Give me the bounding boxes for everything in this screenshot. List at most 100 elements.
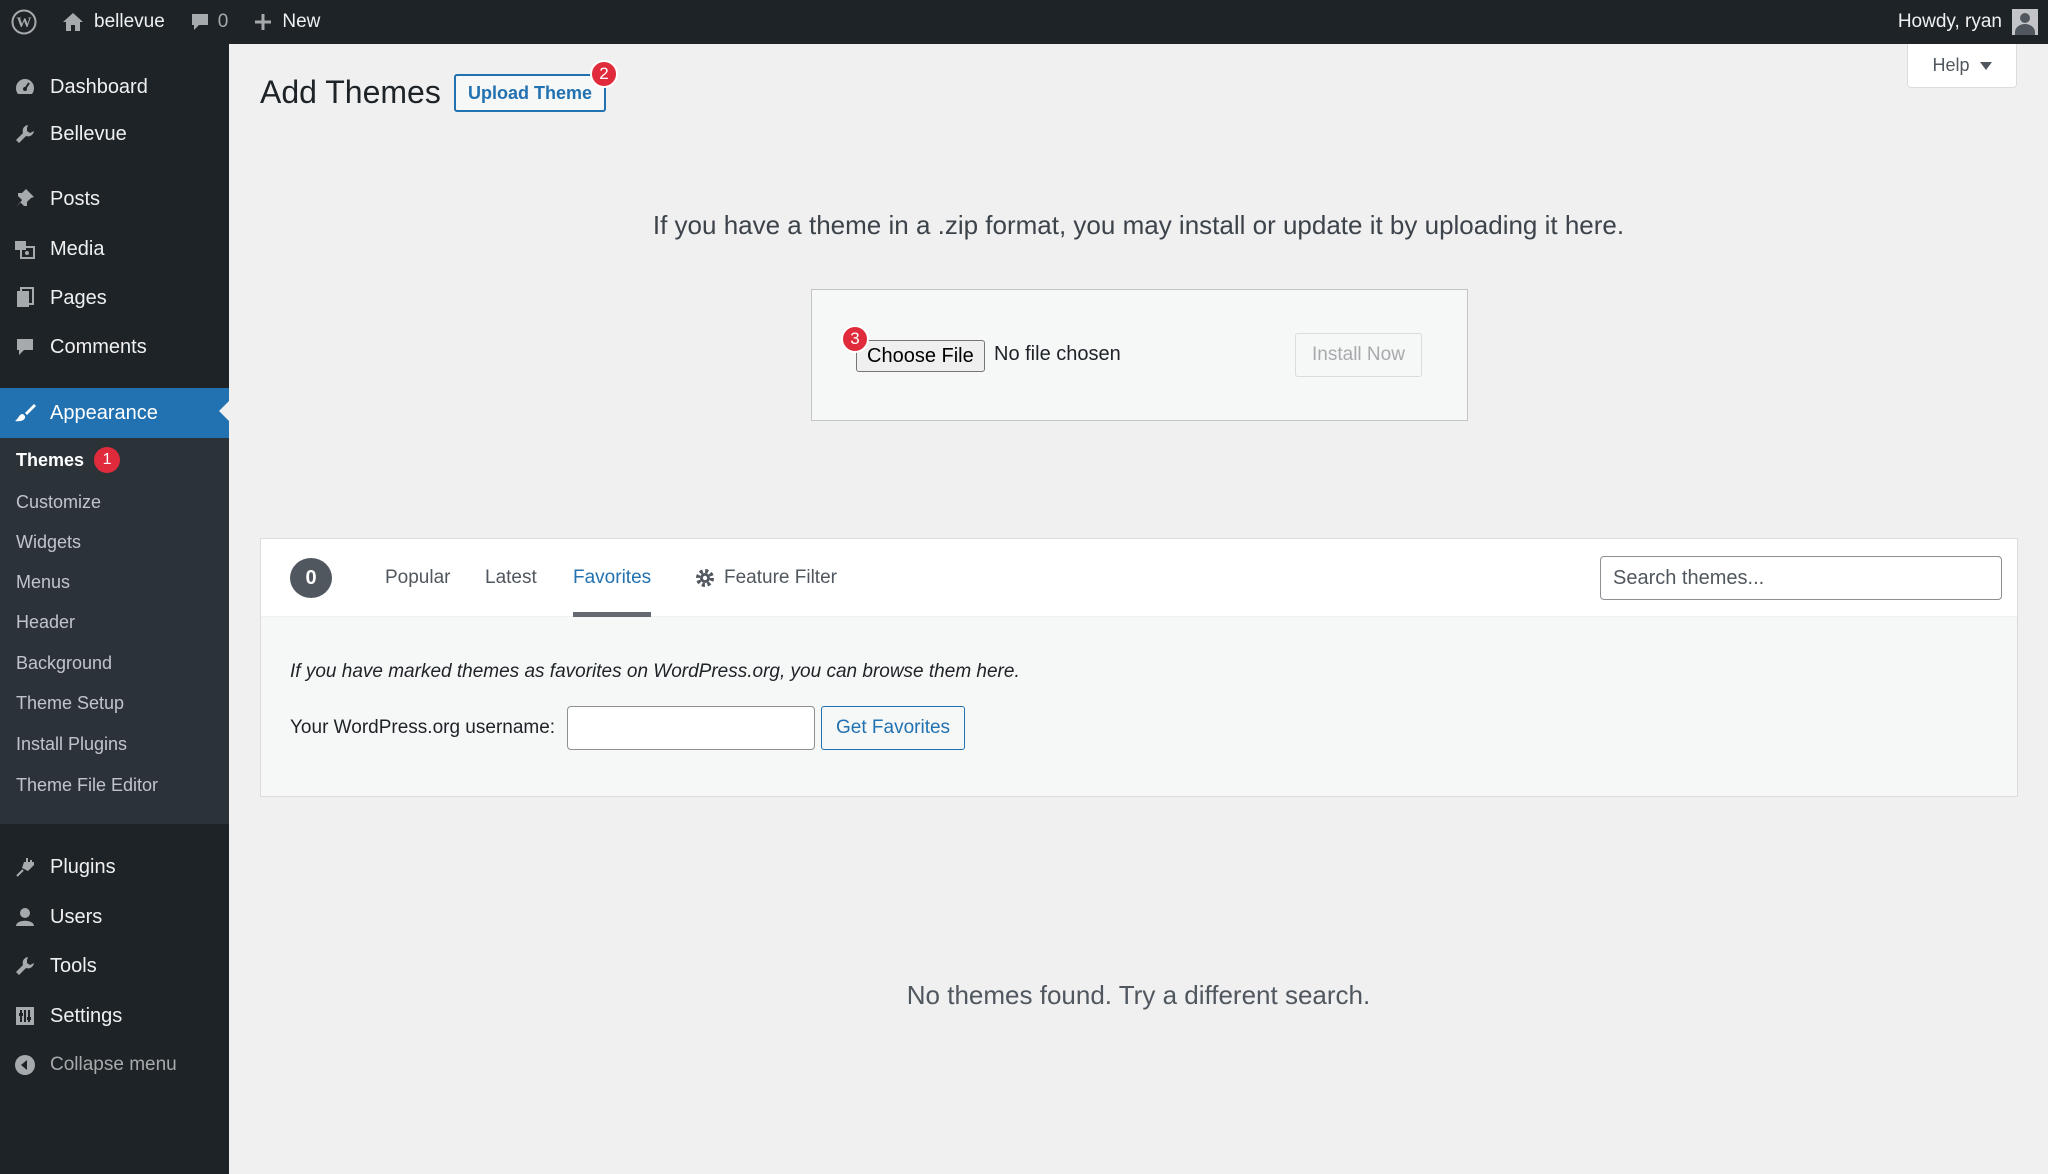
- comments-count: 0: [217, 11, 229, 32]
- sidebar-item-label: Comments: [50, 335, 147, 358]
- sidebar-item-label: Bellevue: [50, 122, 127, 145]
- dashboard-icon: [0, 76, 50, 98]
- tab-label: Popular: [385, 567, 451, 588]
- pin-icon: [0, 188, 50, 210]
- tab-latest[interactable]: Latest: [485, 539, 537, 617]
- help-label: Help: [1932, 55, 1970, 75]
- tab-favorites[interactable]: Favorites: [573, 539, 652, 617]
- sidebar-item-label: Users: [50, 905, 103, 928]
- username-input[interactable]: [567, 706, 815, 750]
- page-title: Add Themes: [260, 74, 441, 110]
- upload-description: If you have a theme in a .zip format, yo…: [652, 210, 1625, 240]
- submenu-item-theme-setup[interactable]: Theme Setup: [16, 683, 124, 723]
- get-favorites-button[interactable]: Get Favorites: [821, 706, 966, 750]
- sidebar-item-pages[interactable]: Pages: [0, 275, 229, 321]
- sidebar-item-label: Tools: [50, 954, 97, 977]
- plus-icon: [255, 14, 272, 30]
- svg-text:W: W: [17, 15, 32, 31]
- theme-filter-panel: 0 Popular Latest Favorites Feature Filte…: [260, 538, 2018, 797]
- new-label: New: [282, 11, 321, 32]
- media-icon: [0, 238, 50, 260]
- sidebar-item-users[interactable]: Users: [0, 894, 229, 940]
- admin-bar: W bellevue 0 New Howdy, ryan: [0, 0, 2048, 44]
- user-icon: [0, 906, 50, 928]
- install-now-button[interactable]: Install Now: [1295, 333, 1422, 377]
- gear-icon: [696, 569, 714, 587]
- tab-label: Favorites: [573, 567, 652, 588]
- sidebar-item-label: Posts: [50, 187, 101, 210]
- upload-theme-button[interactable]: Upload Theme: [454, 74, 607, 112]
- collapse-label: Collapse menu: [50, 1054, 177, 1075]
- sidebar-item-label: Pages: [50, 286, 107, 309]
- greeting: Howdy, ryan: [1897, 11, 2002, 32]
- feature-filter-button[interactable]: Feature Filter: [694, 539, 837, 617]
- collapse-icon: [0, 1054, 50, 1076]
- sidebar-item-tools[interactable]: Tools: [0, 943, 229, 989]
- avatar: [2012, 9, 2038, 35]
- filter-bar: 0 Popular Latest Favorites Feature Filte…: [261, 539, 2017, 617]
- sidebar-item-settings[interactable]: Settings: [0, 993, 229, 1039]
- sidebar-item-plugins[interactable]: Plugins: [0, 844, 229, 890]
- submenu-item-label: Install Plugins: [16, 733, 128, 754]
- sidebar-item-posts[interactable]: Posts: [0, 176, 229, 222]
- comment-icon: [191, 14, 208, 30]
- home-icon: [63, 13, 83, 31]
- site-name: bellevue: [94, 11, 165, 32]
- username-label: Your WordPress.org username:: [290, 717, 556, 738]
- sidebar-item-dashboard[interactable]: Dashboard: [0, 64, 229, 110]
- feature-filter-label: Feature Filter: [724, 567, 837, 588]
- submenu-item-theme-file-editor[interactable]: Theme File Editor: [16, 765, 158, 805]
- submenu-item-themes[interactable]: Themes 1: [16, 440, 121, 480]
- step-badge: 1: [94, 447, 121, 473]
- sidebar-item-comments[interactable]: Comments: [0, 324, 229, 370]
- plugin-icon: [0, 856, 50, 878]
- submenu-item-header[interactable]: Header: [16, 602, 75, 642]
- sidebar-item-label: Dashboard: [50, 75, 148, 98]
- wordpress-logo-icon[interactable]: W: [0, 0, 46, 44]
- choose-file-button[interactable]: Choose File: [856, 340, 985, 372]
- favorites-description: If you have marked themes as favorites o…: [290, 661, 1020, 682]
- submenu-item-label: Widgets: [16, 531, 82, 552]
- caret-down-icon: [1979, 61, 1992, 70]
- appearance-submenu: Themes 1 Customize Widgets Menus Header …: [0, 438, 229, 824]
- upload-form: Choose File 3 No file chosen Install Now: [811, 289, 1468, 421]
- sidebar-item-label: Media: [50, 237, 105, 260]
- submenu-item-label: Menus: [16, 571, 71, 592]
- help-tab[interactable]: Help: [1907, 44, 2017, 88]
- sidebar-item-appearance[interactable]: Appearance: [0, 388, 229, 438]
- wrench-icon: [0, 123, 50, 145]
- submenu-item-customize[interactable]: Customize: [16, 482, 101, 522]
- submenu-item-label: Theme File Editor: [16, 774, 159, 795]
- submenu-item-label: Background: [16, 652, 113, 673]
- admin-sidebar: Dashboard Bellevue Posts Media Pages Com…: [0, 44, 229, 1174]
- comments-link[interactable]: 0: [165, 0, 229, 44]
- tab-popular[interactable]: Popular: [385, 539, 451, 617]
- submenu-item-menus[interactable]: Menus: [16, 562, 70, 602]
- file-status: No file chosen: [994, 343, 1121, 365]
- search-themes-input[interactable]: [1600, 556, 2002, 600]
- sidebar-item-label: Appearance: [50, 401, 158, 424]
- tools-icon: [0, 955, 50, 977]
- sidebar-item-label: Plugins: [50, 855, 116, 878]
- new-content-link[interactable]: New: [228, 0, 320, 44]
- submenu-item-widgets[interactable]: Widgets: [16, 522, 81, 562]
- submenu-item-label: Theme Setup: [16, 692, 125, 713]
- settings-icon: [0, 1005, 50, 1027]
- brush-icon: [0, 402, 50, 424]
- submenu-item-install-plugins[interactable]: Install Plugins: [16, 724, 127, 764]
- sidebar-item-label: Settings: [50, 1004, 123, 1027]
- admin-bar-left: W bellevue 0 New: [0, 0, 320, 44]
- submenu-item-label: Themes: [16, 449, 85, 470]
- submenu-item-label: Header: [16, 611, 76, 632]
- collapse-menu-button[interactable]: Collapse menu: [0, 1042, 229, 1088]
- sidebar-item-media[interactable]: Media: [0, 226, 229, 272]
- my-account-link[interactable]: Howdy, ryan: [1898, 0, 2038, 44]
- site-name-link[interactable]: bellevue: [46, 0, 165, 44]
- empty-message: No themes found. Try a different search.: [906, 980, 1371, 1010]
- comments-icon: [0, 336, 50, 358]
- pages-icon: [0, 287, 50, 309]
- sidebar-item-bellevue[interactable]: Bellevue: [0, 111, 229, 157]
- tab-label: Latest: [485, 567, 537, 588]
- step-badge: 2: [590, 60, 618, 88]
- submenu-item-background[interactable]: Background: [16, 643, 112, 683]
